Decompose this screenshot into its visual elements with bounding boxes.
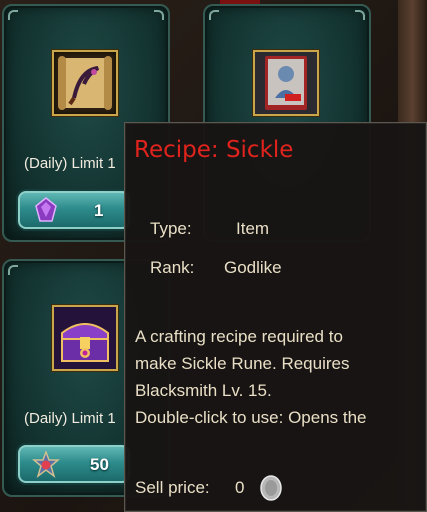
- card-corner: [154, 10, 164, 20]
- card-corner: [355, 10, 365, 20]
- tooltip-type-value: Item: [236, 219, 270, 238]
- tooltip-description-line: Blacksmith Lv. 15.: [135, 381, 272, 400]
- purple-gem-icon: [34, 197, 58, 228]
- treasure-chest-icon[interactable]: [52, 305, 118, 371]
- card-corner: [209, 10, 219, 20]
- item-limit-label: (Daily) Limit 1: [24, 155, 116, 172]
- item-limit-label: (Daily) Limit 1: [24, 410, 116, 427]
- tooltip-description-line: make Sickle Rune. Requires: [135, 354, 350, 373]
- card-corner: [8, 265, 18, 275]
- medal-icon: [31, 449, 61, 484]
- tooltip-description: A crafting recipe required to make Sickl…: [135, 323, 425, 431]
- silver-coin-icon: [259, 474, 283, 507]
- item-tooltip: Recipe: Sickle Type: Item Rank: Godlike …: [124, 122, 427, 512]
- tooltip-description-line: Double-click to use: Opens the: [135, 408, 367, 427]
- card-corner: [8, 10, 18, 20]
- tooltip-rank-label: Rank:: [150, 258, 195, 277]
- book-card-icon[interactable]: [253, 50, 319, 116]
- buy-price-button[interactable]: 50: [18, 445, 130, 483]
- tooltip-rank-value: Godlike: [224, 258, 282, 277]
- tooltip-sell-value: 0: [235, 478, 245, 497]
- recipe-scroll-icon[interactable]: [52, 50, 118, 116]
- tooltip-sell-label: Sell price:: [135, 478, 210, 497]
- tooltip-type-label: Type:: [150, 219, 192, 238]
- price-value: 1: [94, 201, 104, 220]
- tooltip-description-line: A crafting recipe required to: [135, 327, 343, 346]
- price-value: 50: [90, 455, 109, 474]
- tooltip-title: Recipe: Sickle: [134, 137, 294, 163]
- buy-price-button[interactable]: 1: [18, 191, 130, 229]
